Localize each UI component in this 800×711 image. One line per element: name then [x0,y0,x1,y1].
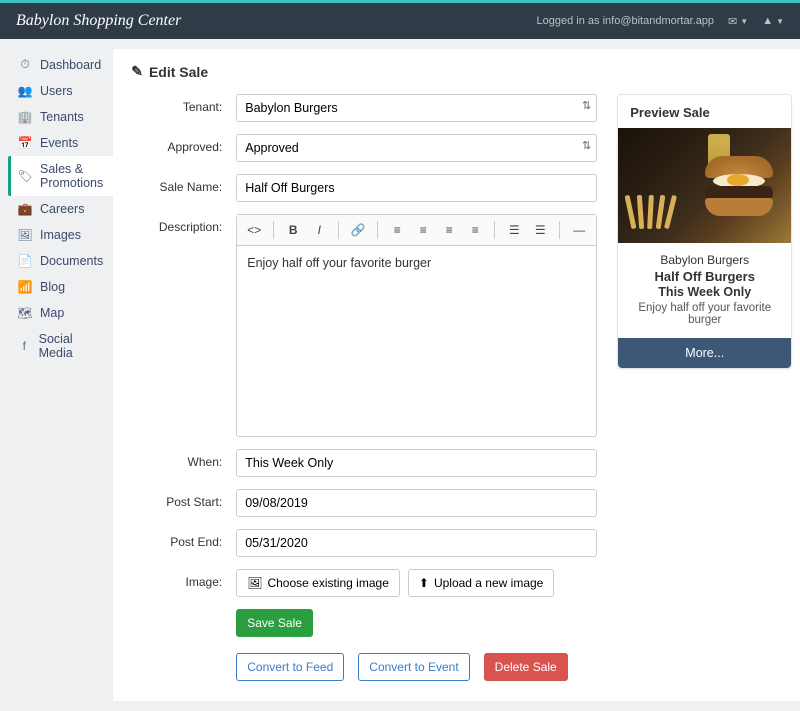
post-start-label: Post Start: [131,489,236,509]
document-icon: 📄 [18,254,32,268]
approved-label: Approved: [131,134,236,154]
sidebar-item-label: Events [40,136,78,150]
editor-toolbar: <> B I 🔗 ≡ ≡ ≡ ≡ [237,215,596,246]
save-button[interactable]: Save Sale [236,609,313,637]
upload-icon: ⬆ [419,576,429,590]
sidebar: ⏱ Dashboard 👥 Users 🏢 Tenants 📅 Events 🏷 Sale… [0,39,113,711]
sidebar-item-label: Documents [40,254,103,268]
sidebar-item-social[interactable]: f Social Media [8,326,113,366]
tenant-select[interactable] [236,94,597,122]
list-ul-icon[interactable]: ☰ [503,219,525,241]
sidebar-item-label: Social Media [39,332,104,360]
image-icon: 🖼 [18,228,32,242]
description-textarea[interactable]: Enjoy half off your favorite burger [237,246,596,436]
sale-name-label: Sale Name: [131,174,236,194]
convert-event-button[interactable]: Convert to Event [358,653,469,681]
mail-menu[interactable]: ✉▼ [728,15,748,28]
align-left-icon[interactable]: ≡ [386,219,408,241]
page-title: ✎ Edit Sale [131,63,792,80]
preview-sale-name: Half Off Burgers [624,269,785,284]
sale-name-input[interactable] [236,174,597,202]
sidebar-item-dashboard[interactable]: ⏱ Dashboard [8,51,113,78]
chevron-down-icon: ▼ [740,17,748,26]
sidebar-item-label: Images [40,228,81,242]
sidebar-item-label: Blog [40,280,65,294]
briefcase-icon: 💼 [18,202,32,216]
image-icon: 🖼 [247,576,262,590]
map-icon: 🗺 [18,306,32,320]
convert-feed-button[interactable]: Convert to Feed [236,653,344,681]
post-end-label: Post End: [131,529,236,549]
when-label: When: [131,449,236,469]
delete-button[interactable]: Delete Sale [484,653,568,681]
preview-heading: Preview Sale [618,95,791,128]
align-center-icon[interactable]: ≡ [412,219,434,241]
preview-more-button[interactable]: More... [618,338,791,368]
sidebar-item-blog[interactable]: 📶 Blog [8,274,113,300]
upload-image-button[interactable]: ⬆Upload a new image [408,569,554,597]
align-justify-icon[interactable]: ≡ [464,219,486,241]
sidebar-item-label: Users [40,84,73,98]
align-right-icon[interactable]: ≡ [438,219,460,241]
calendar-icon: 📅 [18,136,32,150]
italic-icon[interactable]: I [308,219,330,241]
site-title: Babylon Shopping Center [16,12,181,30]
code-icon[interactable]: <> [243,219,265,241]
bold-icon[interactable]: B [282,219,304,241]
sidebar-item-tenants[interactable]: 🏢 Tenants [8,104,113,130]
when-input[interactable] [236,449,597,477]
post-start-input[interactable] [236,489,597,517]
dashboard-icon: ⏱ [18,57,32,72]
sidebar-item-documents[interactable]: 📄 Documents [8,248,113,274]
sidebar-item-careers[interactable]: 💼 Careers [8,196,113,222]
sidebar-item-map[interactable]: 🗺 Map [8,300,113,326]
tenant-label: Tenant: [131,94,236,114]
link-icon[interactable]: 🔗 [347,219,369,241]
edit-icon: ✎ [131,63,143,80]
post-end-input[interactable] [236,529,597,557]
chevron-down-icon: ▼ [776,17,784,26]
list-ol-icon[interactable]: ☰ [529,219,551,241]
rss-icon: 📶 [18,280,32,294]
preview-tenant: Babylon Burgers [624,253,785,267]
login-status: Logged in as info@bitandmortar.app [537,15,715,27]
hr-icon[interactable]: — [568,219,590,241]
preview-when: This Week Only [624,285,785,299]
sidebar-item-images[interactable]: 🖼 Images [8,222,113,248]
preview-image [618,128,791,243]
sidebar-item-events[interactable]: 📅 Events [8,130,113,156]
tenants-icon: 🏢 [18,110,32,124]
sidebar-item-label: Sales & Promotions [40,162,103,190]
description-editor: <> B I 🔗 ≡ ≡ ≡ ≡ [236,214,597,437]
description-label: Description: [131,214,236,234]
preview-description: Enjoy half off your favorite burger [624,302,785,326]
sidebar-item-sales[interactable]: 🏷 Sales & Promotions [8,156,113,196]
topbar: Babylon Shopping Center Logged in as inf… [0,3,800,39]
sidebar-item-label: Dashboard [40,58,101,72]
sidebar-item-users[interactable]: 👥 Users [8,78,113,104]
user-menu[interactable]: ▲▼ [762,15,784,27]
sidebar-item-label: Careers [40,202,84,216]
facebook-icon: f [18,339,31,353]
preview-card: Preview Sale [617,94,792,369]
tag-icon: 🏷 [18,169,32,183]
choose-image-button[interactable]: 🖼Choose existing image [236,569,400,597]
users-icon: 👥 [18,84,32,98]
user-icon: ▲ [762,15,773,27]
main-panel: ✎ Edit Sale Tenant: Approved: Sale Name: [113,49,800,701]
sidebar-item-label: Tenants [40,110,84,124]
image-label: Image: [131,569,236,589]
sidebar-item-label: Map [40,306,64,320]
approved-select[interactable] [236,134,597,162]
mail-icon: ✉ [728,15,737,28]
